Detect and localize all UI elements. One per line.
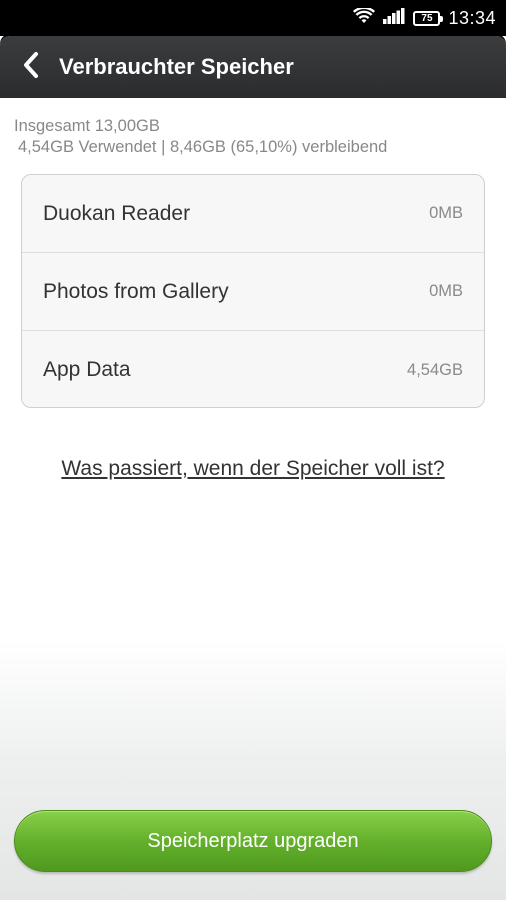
item-size: 0MB: [429, 204, 463, 222]
item-size: 0MB: [429, 282, 463, 300]
storage-full-help-link[interactable]: Was passiert, wenn der Speicher voll ist…: [0, 457, 506, 481]
total-storage-text: Insgesamt 13,00GB: [14, 117, 160, 135]
signal-icon: [383, 7, 405, 29]
usage-text: 4,54GB Verwendet | 8,46GB (65,10%) verbl…: [18, 138, 388, 156]
item-label: Duokan Reader: [43, 201, 191, 225]
storage-summary: Insgesamt 13,00GB 4,54GB Verwendet | 8,4…: [14, 116, 494, 158]
battery-icon: 75: [413, 10, 444, 26]
status-icons: 75 13:34: [353, 0, 496, 36]
back-button[interactable]: [14, 50, 48, 84]
item-label: Photos from Gallery: [43, 279, 229, 303]
action-bar: Verbrauchter Speicher: [0, 36, 506, 98]
list-item[interactable]: Photos from Gallery 0MB: [22, 253, 484, 331]
wifi-icon: [353, 6, 376, 29]
status-bar: 75 13:34: [0, 0, 506, 36]
clock: 13:34: [448, 7, 496, 28]
list-item[interactable]: Duokan Reader 0MB: [22, 175, 484, 253]
item-label: App Data: [43, 358, 131, 381]
page-title: Verbrauchter Speicher: [59, 54, 294, 79]
list-item[interactable]: App Data 4,54GB: [22, 331, 484, 407]
upgrade-storage-button[interactable]: Speicherplatz upgraden: [14, 810, 492, 872]
item-size: 4,54GB: [407, 360, 463, 379]
storage-list: Duokan Reader 0MB Photos from Gallery 0M…: [21, 174, 485, 408]
chevron-left-icon: [21, 51, 41, 84]
